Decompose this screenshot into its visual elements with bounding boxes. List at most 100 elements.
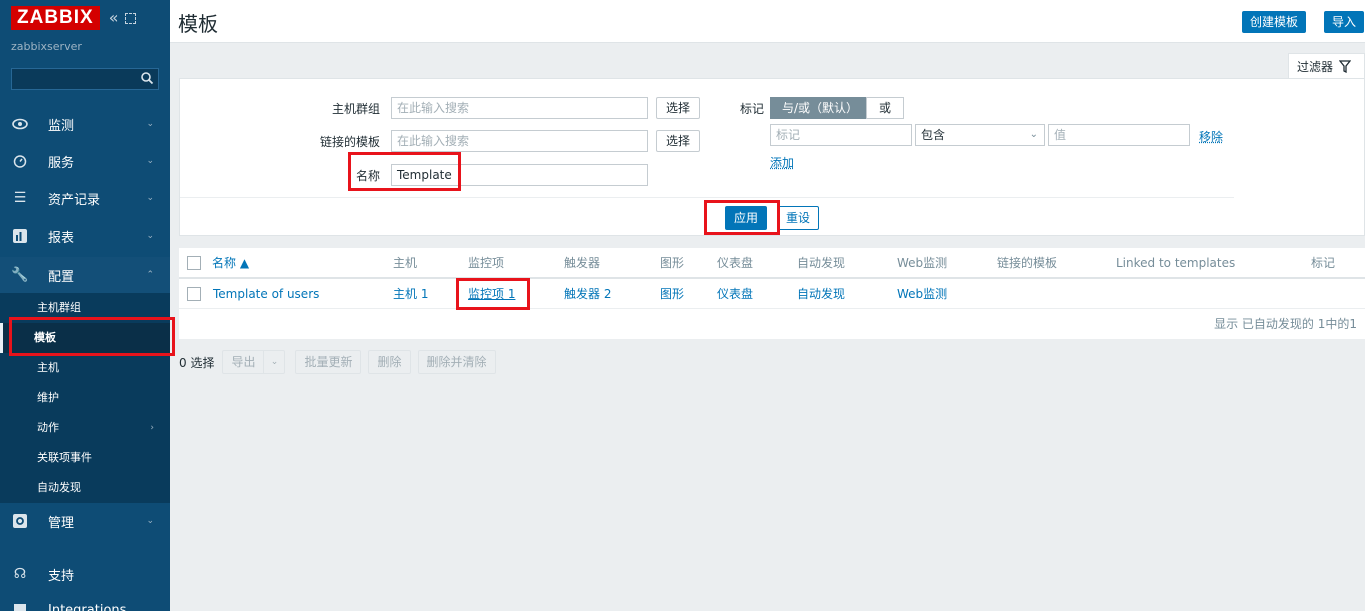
create-template-button[interactable]: 创建模板 [1242,11,1307,33]
nav-label: 报表 [48,230,75,246]
list-icon: ☰ [13,190,27,206]
filter-tab[interactable]: 过滤器 [1288,53,1365,79]
page-title: 模板 [178,12,218,36]
integrations-icon [12,602,28,611]
wrench-icon: 🔧 [11,267,29,283]
template-name-link[interactable]: Template of users [213,279,319,309]
nav-label: 监测 [48,118,75,134]
table-header: 名称 ▲ 主机 监控项 触发器 图形 仪表盘 自动发现 Web监测 链接的模板 … [179,248,1365,279]
host-groups-label: 主机群组 [331,102,380,116]
nav-inventory[interactable]: ☰ 资产记录 ⌄ [0,180,170,216]
collapse-sidebar-icon[interactable]: « [109,10,119,26]
name-input[interactable]: Template [391,164,648,186]
discovery-link[interactable]: 自动发现 [797,279,845,309]
selected-count: 0 选择 [179,355,215,370]
nav-reports[interactable]: 报表 ⌄ [0,218,170,254]
tag-operator-select[interactable]: 包含 ⌄ [915,124,1045,146]
host-groups-input[interactable]: 在此输入搜索 [391,97,648,119]
filter-panel: 主机群组 在此输入搜索 选择 链接的模板 在此输入搜索 选择 名称 Templa… [179,78,1365,236]
delete-and-clear-button[interactable]: 删除并清除 [417,350,496,374]
linked-templates-input[interactable]: 在此输入搜索 [391,130,648,152]
zabbix-logo[interactable]: ZABBIX [11,6,100,30]
table-stats: 显示 已自动发现的 1中的1 [1214,317,1357,331]
hosts-link[interactable]: 主机 1 [393,279,428,309]
linked-templates-select-button[interactable]: 选择 [656,130,701,152]
apply-button[interactable]: 应用 [725,206,768,230]
chevron-down-icon: ⌄ [1029,129,1038,140]
row-checkbox[interactable] [187,287,201,301]
server-name: zabbixserver [11,40,82,53]
chevron-down-icon: ⌄ [146,516,154,526]
nav-administration[interactable]: 管理 ⌄ [0,503,170,539]
gear-icon [12,513,28,529]
triggers-link[interactable]: 触发器 2 [564,279,611,309]
action-bar: 0 选择 导出 ⌄ 批量更新 删除 删除并清除 [179,350,503,374]
column-web: Web监测 [897,256,948,270]
mass-update-button[interactable]: 批量更新 [295,350,362,374]
search-icon[interactable] [140,71,154,85]
submenu-host-groups[interactable]: 主机群组 [0,293,170,323]
kiosk-mode-icon[interactable] [124,12,136,24]
nav-services[interactable]: 服务 ⌄ [0,143,170,179]
nav-label: Integrations [48,602,127,611]
templates-table: 名称 ▲ 主机 监控项 触发器 图形 仪表盘 自动发现 Web监测 链接的模板 … [179,248,1365,339]
sidebar: ZABBIX « zabbixserver 监测 ⌄ 服务 ⌄ ☰ 资产记录 ⌄… [0,0,170,611]
chevron-down-icon: ⌄ [146,156,154,166]
column-tags: 标记 [1311,256,1336,270]
items-link[interactable]: 监控项 1 [468,279,515,309]
column-linked-to-templates: Linked to templates [1116,256,1236,270]
dashboards-link[interactable]: 仪表盘 [717,279,753,309]
and-or-toggle[interactable]: 与/或（默认） [770,97,871,119]
sidebar-search-input[interactable] [11,68,159,90]
nav-configuration[interactable]: 🔧 配置 ⌃ [0,257,170,293]
configuration-submenu: 主机群组 模板 主机 维护 动作 › 关联项事件 自动发现 [0,293,170,503]
select-all-checkbox[interactable] [187,256,201,270]
chevron-down-icon: ⌄ [146,119,154,129]
submenu-discovery[interactable]: 自动发现 [0,473,170,503]
nav-integrations[interactable]: Integrations [0,592,170,611]
tag-operator-value: 包含 [921,128,946,142]
web-link[interactable]: Web监测 [897,279,947,309]
column-graphs: 图形 [660,256,685,270]
chevron-right-icon: › [150,423,154,433]
export-button[interactable]: 导出 [222,350,264,374]
linked-templates-label: 链接的模板 [319,135,380,149]
host-groups-select-button[interactable]: 选择 [656,97,701,119]
nav-label: 资产记录 [48,192,101,208]
column-name[interactable]: 名称 ▲ [212,248,249,278]
export-dropdown-button[interactable]: ⌄ [263,350,286,374]
delete-button[interactable]: 删除 [368,350,411,374]
submenu-actions[interactable]: 动作 › [0,413,170,443]
or-toggle[interactable]: 或 [866,97,905,119]
add-tag-link[interactable]: 添加 [770,154,794,171]
reset-button[interactable]: 重设 [777,206,820,230]
column-items: 监控项 [468,256,505,270]
nav-label: 支持 [48,568,75,584]
column-discovery: 自动发现 [797,256,846,270]
column-linked-templates: 链接的模板 [997,256,1058,270]
tag-input[interactable]: 标记 [770,124,912,146]
nav-support[interactable]: ☊ 支持 [0,556,170,592]
nav-label: 配置 [48,269,75,285]
import-button[interactable]: 导入 [1324,11,1365,33]
column-triggers: 触发器 [564,256,601,270]
submenu-templates[interactable]: 模板 [0,323,170,353]
graphs-link[interactable]: 图形 [660,279,684,309]
submenu-hosts[interactable]: 主机 [0,353,170,383]
remove-tag-link[interactable]: 移除 [1199,128,1223,145]
page-header: 模板 创建模板 导入 [170,0,1365,43]
submenu-maintenance[interactable]: 维护 [0,383,170,413]
logo-row: ZABBIX « [11,6,136,30]
funnel-icon [1339,60,1352,73]
filter-divider [180,197,1234,198]
tags-label: 标记 [739,102,764,116]
nav-monitoring[interactable]: 监测 ⌄ [0,106,170,142]
chevron-down-icon: ⌄ [146,193,154,203]
submenu-event-correlation[interactable]: 关联项事件 [0,443,170,473]
table-row: Template of users 主机 1 监控项 1 触发器 2 图形 仪表… [179,279,1365,309]
tag-value-input[interactable]: 值 [1048,124,1190,146]
name-label: 名称 [355,169,380,183]
bar-chart-icon [12,228,28,244]
column-dashboards: 仪表盘 [717,256,754,270]
chevron-down-icon: ⌄ [146,231,154,241]
